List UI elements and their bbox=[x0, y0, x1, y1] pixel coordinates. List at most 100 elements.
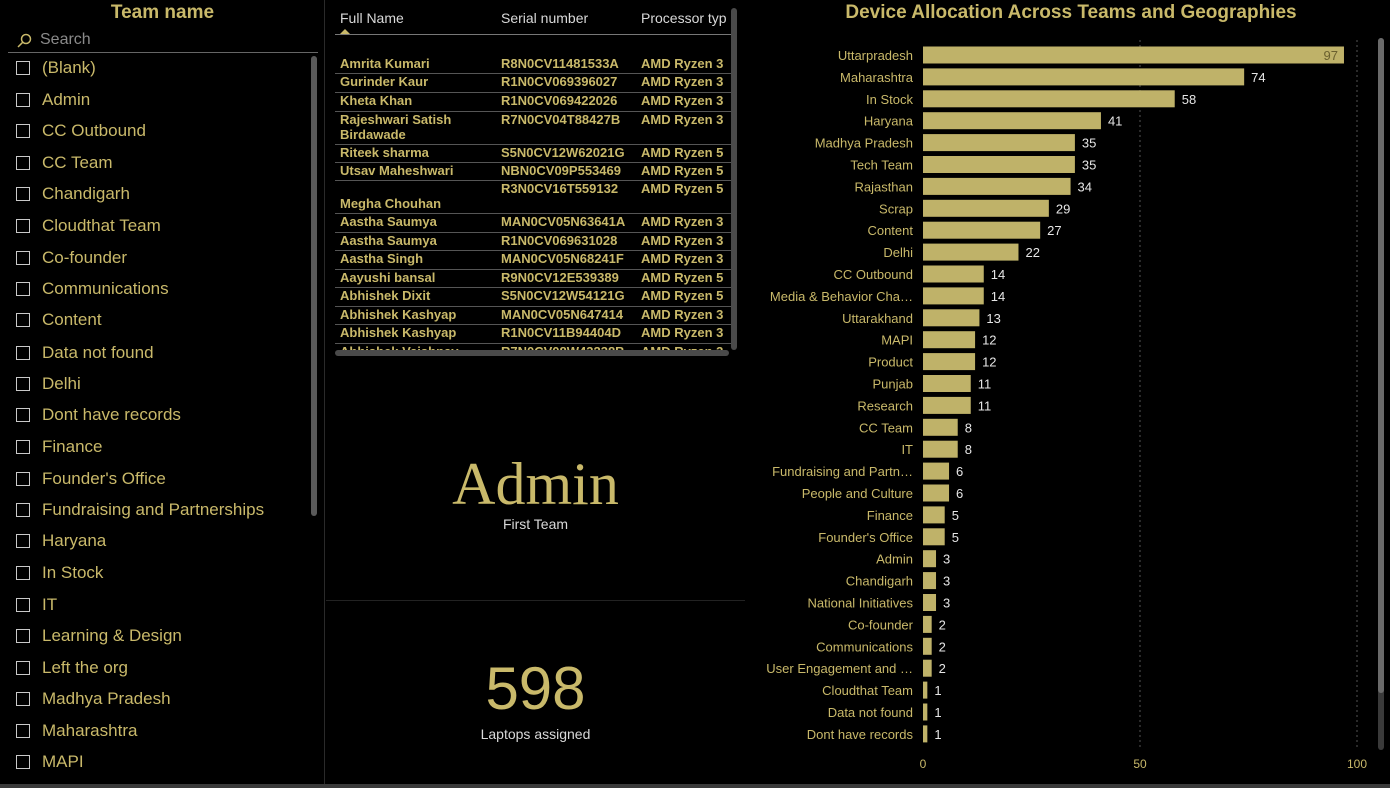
column-header-serial-number[interactable]: Serial number bbox=[501, 10, 588, 26]
checkbox[interactable] bbox=[16, 124, 30, 138]
table-row[interactable]: Amrita Kumari R8N0CV11481533A AMD Ryzen 3 bbox=[335, 56, 731, 74]
table-horizontal-scrollbar[interactable] bbox=[335, 350, 729, 356]
table-row[interactable]: Kheta Khan R1N0CV069422026 AMD Ryzen 3 bbox=[335, 93, 731, 112]
bar[interactable] bbox=[923, 331, 976, 349]
bar[interactable] bbox=[923, 265, 984, 283]
checkbox[interactable] bbox=[16, 503, 30, 517]
bar[interactable] bbox=[923, 177, 1071, 195]
bar[interactable] bbox=[923, 594, 937, 611]
table-row[interactable]: Gurinder Kaur R1N0CV069396027 AMD Ryzen 3 bbox=[335, 74, 731, 93]
bar[interactable] bbox=[923, 243, 1019, 261]
bar[interactable] bbox=[923, 353, 976, 371]
column-header-full-name[interactable]: Full Name bbox=[340, 10, 404, 26]
bar[interactable] bbox=[923, 528, 945, 546]
table-row[interactable]: Riteek sharma S5N0CV12W62021G AMD Ryzen 5 bbox=[335, 145, 731, 163]
slicer-item[interactable]: (Blank) bbox=[16, 56, 96, 80]
checkbox[interactable] bbox=[16, 440, 30, 454]
checkbox[interactable] bbox=[16, 629, 30, 643]
bar[interactable] bbox=[923, 484, 950, 502]
slicer-item[interactable]: Data not found bbox=[16, 341, 154, 365]
slicer-item[interactable]: Admin bbox=[16, 88, 90, 112]
slicer-item[interactable]: Learning & Design bbox=[16, 624, 182, 648]
bar[interactable] bbox=[923, 659, 932, 677]
table-row[interactable]: Utsav Maheshwari NBN0CV09P553469 AMD Ryzen… bbox=[335, 163, 731, 181]
bar[interactable] bbox=[923, 703, 928, 721]
slicer-search[interactable] bbox=[8, 30, 318, 53]
checkbox[interactable] bbox=[16, 251, 30, 265]
slicer-item[interactable]: CC Team bbox=[16, 151, 113, 175]
search-input[interactable] bbox=[40, 30, 300, 50]
slicer-item[interactable]: Co-founder bbox=[16, 246, 127, 270]
slicer-item[interactable]: In Stock bbox=[16, 561, 103, 585]
checkbox[interactable] bbox=[16, 282, 30, 296]
bar[interactable] bbox=[923, 287, 984, 305]
checkbox[interactable] bbox=[16, 377, 30, 391]
chart-scrollbar[interactable] bbox=[1378, 38, 1384, 750]
table-vertical-scrollbar[interactable] bbox=[731, 8, 737, 350]
checkbox[interactable] bbox=[16, 534, 30, 548]
bar[interactable] bbox=[923, 134, 1075, 152]
table-row[interactable]: Megha Chouhan R3N0CV16T559132 AMD Ryzen 5 bbox=[335, 181, 731, 214]
bar[interactable] bbox=[923, 440, 958, 458]
bar[interactable] bbox=[923, 375, 971, 392]
bar[interactable] bbox=[923, 506, 945, 524]
column-header-processor-type[interactable]: Processor typ bbox=[641, 10, 731, 26]
checkbox[interactable] bbox=[16, 408, 30, 422]
table-row[interactable]: Rajeshwari Satish Birdawade R7N0CV04T8842… bbox=[335, 112, 731, 145]
bar[interactable] bbox=[923, 418, 958, 436]
bar[interactable] bbox=[923, 112, 1101, 130]
bar[interactable] bbox=[923, 396, 971, 414]
bar[interactable] bbox=[923, 156, 1075, 173]
checkbox[interactable] bbox=[16, 724, 30, 738]
table-row[interactable]: Aastha Singh MAN0CV05N68241F AMD Ryzen 3 bbox=[335, 251, 731, 270]
checkbox[interactable] bbox=[16, 219, 30, 233]
slicer-item[interactable]: Haryana bbox=[16, 529, 106, 553]
bar[interactable] bbox=[923, 615, 932, 633]
table-row[interactable]: Aastha Saumya MAN0CV05N63641A AMD Ryzen 3 bbox=[335, 214, 731, 233]
slicer-item[interactable]: Communications bbox=[16, 277, 169, 301]
checkbox[interactable] bbox=[16, 692, 30, 706]
checkbox[interactable] bbox=[16, 755, 30, 769]
slicer-item[interactable]: IT bbox=[16, 593, 57, 617]
chart-scrollbar-thumb[interactable] bbox=[1378, 38, 1384, 693]
checkbox[interactable] bbox=[16, 661, 30, 675]
slicer-item[interactable]: Finance bbox=[16, 435, 102, 459]
checkbox[interactable] bbox=[16, 598, 30, 612]
checkbox[interactable] bbox=[16, 156, 30, 170]
slicer-item[interactable]: Dont have records bbox=[16, 403, 181, 427]
bar[interactable] bbox=[923, 572, 937, 590]
checkbox[interactable] bbox=[16, 61, 30, 75]
slicer-item[interactable]: Madhya Pradesh bbox=[16, 687, 171, 711]
bar[interactable] bbox=[923, 46, 1344, 64]
table-row[interactable]: Abhishek Kashyap MAN0CV05N647414 AMD Ryzen… bbox=[335, 307, 731, 325]
bar[interactable] bbox=[923, 725, 928, 743]
checkbox[interactable] bbox=[16, 472, 30, 486]
slicer-item[interactable]: Fundraising and Partnerships bbox=[16, 498, 264, 522]
slicer-item[interactable]: CC Outbound bbox=[16, 119, 146, 143]
slicer-scrollbar[interactable] bbox=[311, 56, 317, 516]
slicer-item[interactable]: Cloudthat Team bbox=[16, 214, 161, 238]
checkbox[interactable] bbox=[16, 93, 30, 107]
slicer-item[interactable]: MAPI bbox=[16, 750, 84, 774]
slicer-item[interactable]: Content bbox=[16, 308, 102, 332]
bar[interactable] bbox=[923, 68, 1245, 86]
bar[interactable] bbox=[923, 221, 1041, 239]
bar[interactable] bbox=[923, 462, 950, 480]
table-row[interactable]: Abhishek Kashyap R1N0CV11B94404D AMD Ryzen… bbox=[335, 325, 731, 344]
bar[interactable] bbox=[923, 90, 1175, 108]
bar[interactable] bbox=[923, 637, 932, 655]
slicer-item[interactable]: Chandigarh bbox=[16, 182, 130, 206]
checkbox[interactable] bbox=[16, 566, 30, 580]
bar[interactable] bbox=[923, 309, 980, 327]
checkbox[interactable] bbox=[16, 187, 30, 201]
table-row[interactable]: Aastha Saumya R1N0CV069631028 AMD Ryzen 3 bbox=[335, 233, 731, 251]
slicer-item[interactable]: Maharashtra bbox=[16, 719, 137, 743]
table-row[interactable]: Abhishek Dixit S5N0CV12W54121G AMD Ryzen 5 bbox=[335, 288, 731, 307]
bar[interactable] bbox=[923, 199, 1049, 217]
slicer-item[interactable]: Delhi bbox=[16, 372, 81, 396]
bar[interactable] bbox=[923, 681, 928, 699]
bar[interactable] bbox=[923, 550, 937, 568]
checkbox[interactable] bbox=[16, 346, 30, 360]
table-row[interactable]: Aayushi bansal R9N0CV12E539389 AMD Ryzen 5 bbox=[335, 270, 731, 288]
slicer-item[interactable]: Founder's Office bbox=[16, 467, 166, 491]
